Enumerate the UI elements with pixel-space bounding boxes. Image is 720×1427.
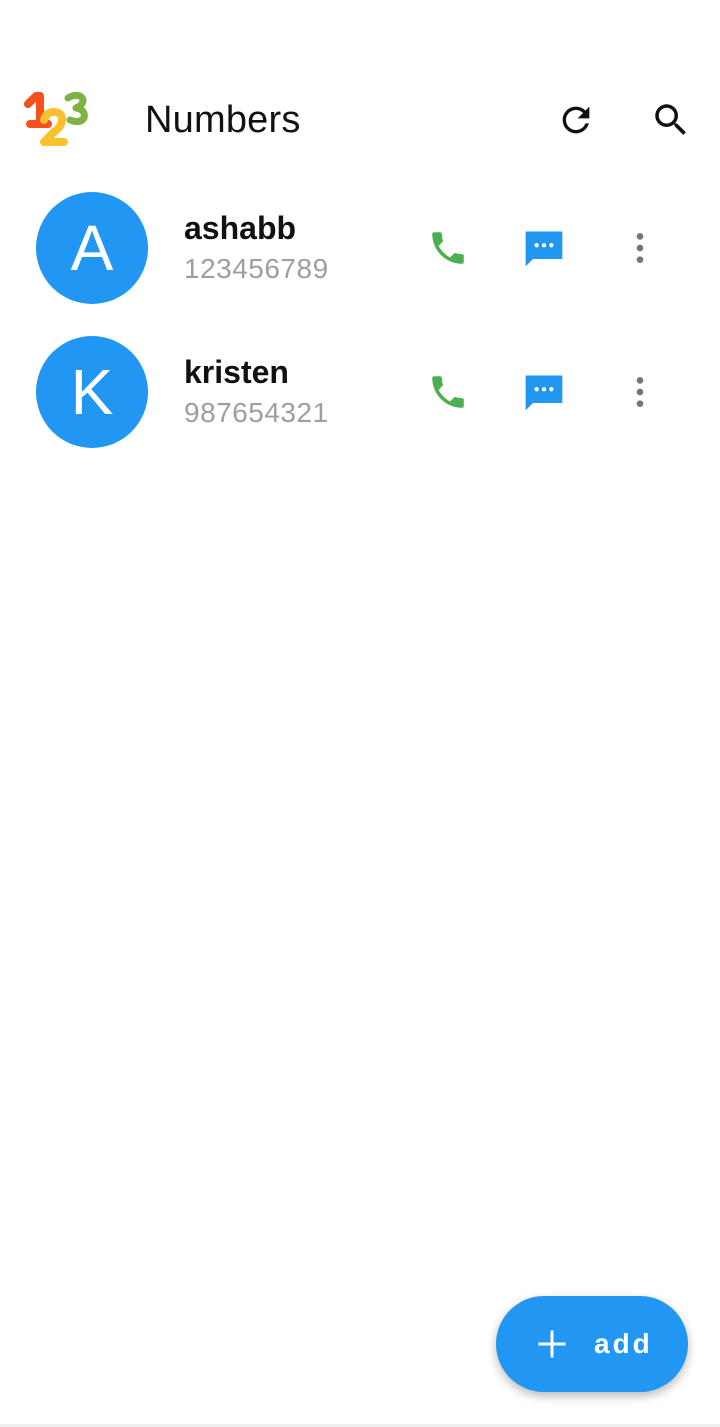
contact-number: 123456789 (184, 253, 329, 284)
app-bar: Numbers (0, 70, 720, 170)
contact-row[interactable]: A ashabb 123456789 (0, 176, 720, 320)
refresh-icon (562, 106, 590, 134)
add-contact-button[interactable]: add (496, 1296, 688, 1392)
page-title: Numbers (145, 99, 301, 141)
status-bar (0, 0, 720, 70)
contact-name: kristen (184, 354, 289, 390)
more-options-button[interactable] (610, 218, 670, 278)
more-vertical-icon (636, 233, 644, 263)
search-button[interactable] (641, 90, 701, 150)
contact-number: 987654321 (184, 397, 329, 428)
message-icon (525, 375, 563, 411)
plus-icon (538, 1330, 566, 1358)
more-options-button[interactable] (610, 362, 670, 422)
message-button[interactable] (514, 218, 574, 278)
message-icon (525, 231, 563, 267)
call-button[interactable] (418, 362, 478, 422)
avatar: K (36, 336, 148, 448)
add-button-label: add (594, 1328, 653, 1359)
message-button[interactable] (514, 362, 574, 422)
call-button[interactable] (418, 218, 478, 278)
phone-icon (432, 376, 464, 408)
contact-list: A ashabb 123456789 K kristen 987654321 (0, 176, 720, 464)
contact-name: ashabb (184, 210, 297, 246)
numbers-123-logo-icon (22, 90, 92, 152)
avatar: A (36, 192, 148, 304)
screen: Numbers A ashabb 123456789 K kristen 987… (0, 0, 720, 1427)
refresh-button[interactable] (546, 90, 606, 150)
search-icon (655, 104, 686, 135)
contact-row[interactable]: K kristen 987654321 (0, 320, 720, 464)
more-vertical-icon (636, 377, 644, 407)
phone-icon (432, 232, 464, 264)
